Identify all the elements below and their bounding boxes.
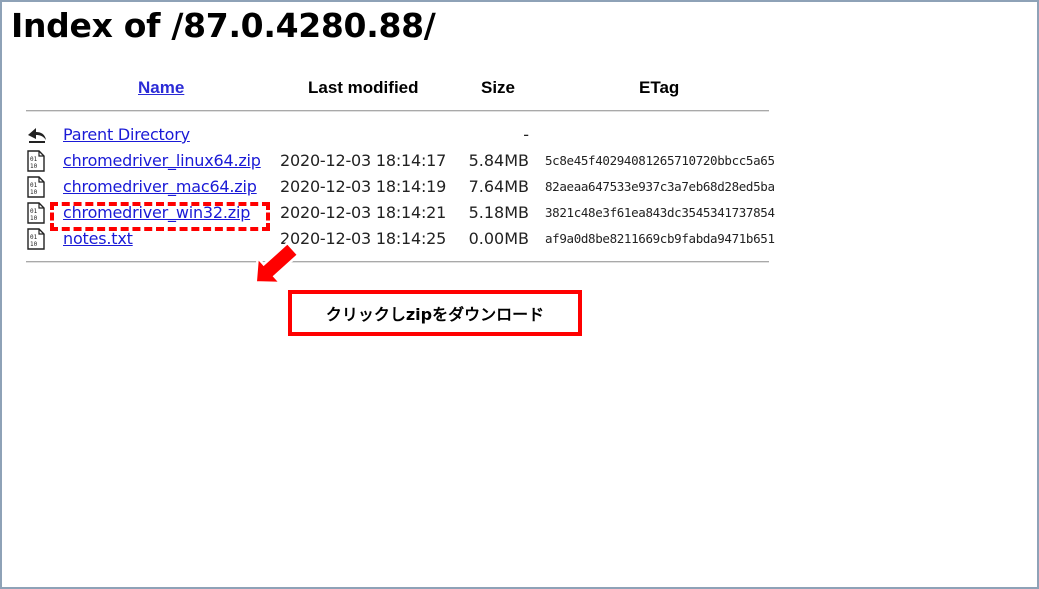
- callout-text: クリックしzipをダウンロード: [325, 305, 545, 324]
- svg-text:10: 10: [30, 163, 38, 170]
- svg-text:10: 10: [30, 215, 38, 222]
- file-date: 2020-12-03 18:14:21: [280, 203, 447, 222]
- file-etag: 82aeaa647533e937c3a7eb68d28ed5ba: [545, 179, 775, 194]
- file-date: 2020-12-03 18:14:19: [280, 177, 447, 196]
- binary-file-icon: 01 10: [26, 176, 46, 198]
- file-etag: 5c8e45f40294081265710720bbcc5a65: [545, 153, 775, 168]
- file-size: 5.18MB: [468, 203, 529, 222]
- column-header-last-modified: Last modified: [308, 78, 419, 97]
- page-title: Index of /87.0.4280.88/: [11, 6, 436, 45]
- svg-text:10: 10: [30, 189, 38, 196]
- file-size: -: [523, 125, 529, 144]
- footer-divider: [26, 261, 769, 263]
- file-etag: 3821c48e3f61ea843dc3545341737854: [545, 205, 775, 220]
- binary-file-icon: 01 10: [26, 228, 46, 250]
- svg-text:01: 01: [30, 182, 38, 189]
- file-size: 0.00MB: [468, 229, 529, 248]
- pointer-arrow-icon: [254, 241, 300, 285]
- column-header-etag: ETag: [639, 78, 680, 97]
- svg-text:01: 01: [30, 208, 38, 215]
- column-header-name[interactable]: Name: [138, 78, 184, 98]
- file-size: 5.84MB: [468, 151, 529, 170]
- table-row: 01 10 chromedriver_mac64.zip 2020-12-03 …: [0, 176, 800, 203]
- file-link-notes[interactable]: notes.txt: [63, 229, 133, 248]
- file-link-mac64[interactable]: chromedriver_mac64.zip: [63, 177, 257, 196]
- table-row: Parent Directory -: [0, 125, 800, 151]
- binary-file-icon: 01 10: [26, 150, 46, 172]
- svg-text:10: 10: [30, 241, 38, 248]
- back-arrow-icon: [26, 124, 46, 146]
- svg-text:01: 01: [30, 156, 38, 163]
- file-size: 7.64MB: [468, 177, 529, 196]
- file-etag: af9a0d8be8211669cb9fabda9471b651: [545, 231, 775, 246]
- svg-text:01: 01: [30, 234, 38, 241]
- file-date: 2020-12-03 18:14:17: [280, 151, 447, 170]
- table-row: 01 10 chromedriver_linux64.zip 2020-12-0…: [0, 150, 800, 177]
- table-row: 01 10 notes.txt 2020-12-03 18:14:25 0.00…: [0, 228, 800, 255]
- file-link-linux64[interactable]: chromedriver_linux64.zip: [63, 151, 261, 170]
- file-link-parent-directory[interactable]: Parent Directory: [63, 125, 190, 144]
- column-header-size: Size: [481, 78, 516, 97]
- highlight-dashed-box: [50, 202, 270, 231]
- instruction-callout: クリックしzipをダウンロード: [288, 290, 582, 336]
- header-divider: [26, 110, 769, 112]
- binary-file-icon: 01 10: [26, 202, 46, 224]
